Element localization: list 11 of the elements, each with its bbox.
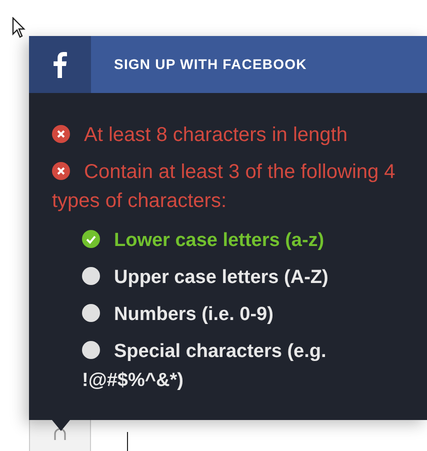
requirement-text: Lower case letters (a-z)	[114, 230, 324, 251]
text-cursor	[127, 432, 128, 451]
facebook-signup-button[interactable]: SIGN UP WITH FACEBOOK	[29, 36, 427, 93]
requirement-text: Upper case letters (A-Z)	[114, 267, 328, 288]
requirement-text: Contain at least 3 of the following 4 types of characters:	[52, 161, 396, 212]
lock-icon	[51, 426, 69, 440]
facebook-logo-icon	[53, 52, 67, 78]
requirement-text: Special characters (e.g. !@#$%^&*)	[82, 341, 326, 391]
requirement-text: At least 8 characters in length	[84, 124, 348, 146]
cursor-icon	[12, 17, 26, 39]
requirement-text: Numbers (i.e. 0-9)	[114, 304, 274, 325]
